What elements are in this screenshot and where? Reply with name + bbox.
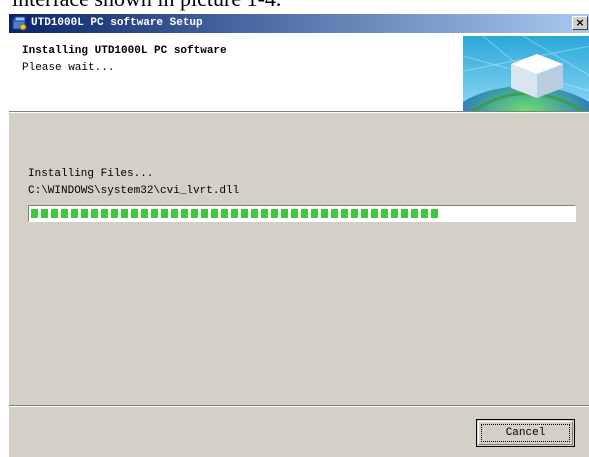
close-icon: × xyxy=(575,16,585,29)
progress-block xyxy=(211,209,218,218)
progress-bar xyxy=(28,205,576,222)
document-caption: interface shown in picture 1-4. xyxy=(0,0,589,14)
progress-block xyxy=(381,209,388,218)
progress-block xyxy=(181,209,188,218)
caption-text: interface shown in picture 1-4. xyxy=(12,0,281,11)
setup-icon xyxy=(12,16,27,31)
header-subtitle: Please wait... xyxy=(22,62,115,74)
progress-block xyxy=(271,209,278,218)
header-panel: Installing UTD1000L PC software Please w… xyxy=(9,33,589,111)
window-title: UTD1000L PC software Setup xyxy=(31,17,203,29)
progress-block xyxy=(321,209,328,218)
progress-block xyxy=(71,209,78,218)
progress-block xyxy=(391,209,398,218)
progress-block xyxy=(331,209,338,218)
progress-block xyxy=(301,209,308,218)
progress-block xyxy=(151,209,158,218)
progress-block xyxy=(371,209,378,218)
close-button[interactable]: × xyxy=(572,16,588,30)
progress-block xyxy=(201,209,208,218)
progress-block xyxy=(411,209,418,218)
progress-block xyxy=(51,209,58,218)
progress-block xyxy=(171,209,178,218)
cancel-label: Cancel xyxy=(505,427,546,439)
footer-divider-highlight xyxy=(9,406,589,407)
progress-block xyxy=(221,209,228,218)
globe-cube-icon xyxy=(463,36,589,111)
progress-block xyxy=(261,209,268,218)
progress-block xyxy=(231,209,238,218)
progress-block xyxy=(401,209,408,218)
progress-block xyxy=(101,209,108,218)
status-action: Installing Files... xyxy=(28,168,154,180)
header-divider-highlight xyxy=(9,112,589,113)
progress-block xyxy=(311,209,318,218)
progress-block xyxy=(281,209,288,218)
progress-block xyxy=(161,209,168,218)
progress-block xyxy=(421,209,428,218)
progress-block xyxy=(121,209,128,218)
progress-block xyxy=(111,209,118,218)
progress-fill xyxy=(31,209,441,218)
progress-block xyxy=(141,209,148,218)
progress-block xyxy=(361,209,368,218)
progress-block xyxy=(291,209,298,218)
header-title: Installing UTD1000L PC software xyxy=(22,45,227,57)
status-file-path: C:\WINDOWS\system32\cvi_lvrt.dll xyxy=(28,185,240,197)
progress-block xyxy=(341,209,348,218)
progress-block xyxy=(241,209,248,218)
progress-block xyxy=(431,209,438,218)
progress-block xyxy=(351,209,358,218)
progress-block xyxy=(41,209,48,218)
progress-block xyxy=(81,209,88,218)
progress-block xyxy=(61,209,68,218)
progress-block xyxy=(191,209,198,218)
title-bar[interactable]: UTD1000L PC software Setup × xyxy=(9,14,589,33)
setup-window: UTD1000L PC software Setup × Installing … xyxy=(8,14,589,457)
progress-block xyxy=(131,209,138,218)
progress-block xyxy=(91,209,98,218)
progress-block xyxy=(31,209,38,218)
progress-block xyxy=(251,209,258,218)
cancel-button[interactable]: Cancel xyxy=(476,419,575,447)
